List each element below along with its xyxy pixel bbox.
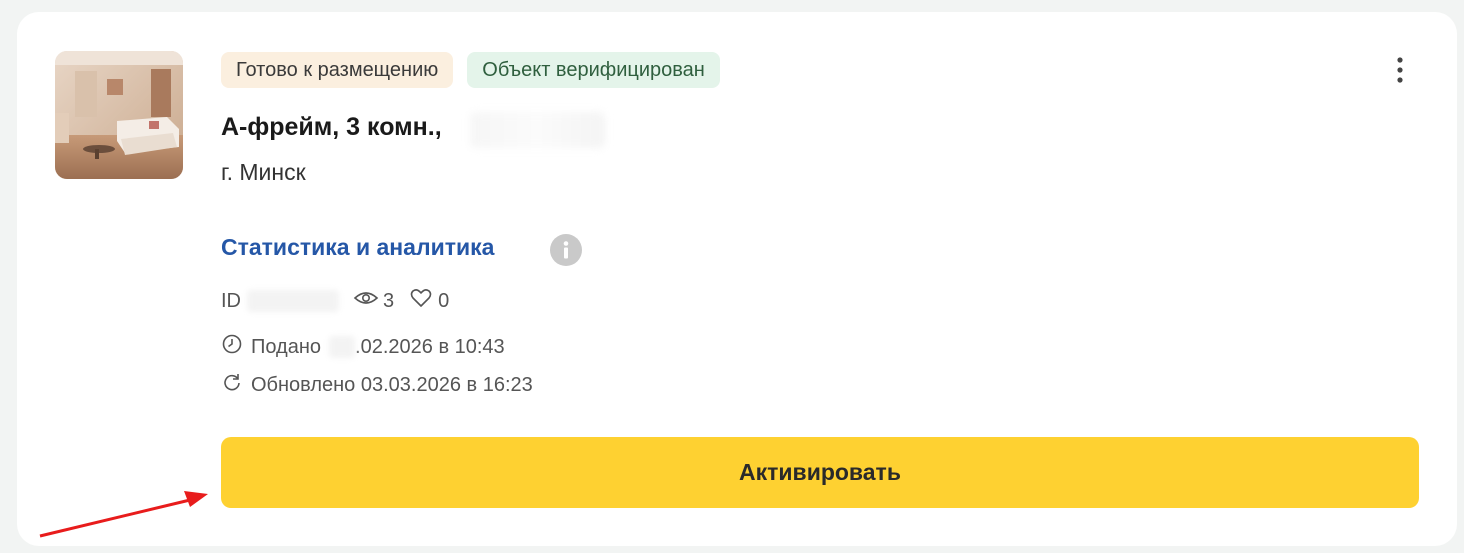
updated-date-row: Обновлено 03.03.2026 в 16:23 (221, 371, 533, 399)
redacted-title-part (470, 112, 605, 148)
info-icon[interactable] (550, 234, 582, 266)
listing-meta: ID 3 0 (221, 288, 449, 314)
updated-text: Обновлено 03.03.2026 в 16:23 (251, 373, 533, 396)
more-options-button[interactable] (1386, 54, 1414, 86)
listing-photo[interactable] (55, 51, 183, 179)
activate-button[interactable]: Активировать (221, 437, 1419, 508)
verified-status-badge: Объект верифицирован (467, 52, 720, 88)
id-label: ID (221, 289, 241, 312)
posted-label: Подано (251, 335, 322, 358)
refresh-icon (221, 371, 243, 399)
views-count: 3 (383, 289, 395, 312)
heart-icon[interactable] (410, 288, 432, 314)
statistics-link[interactable]: Статистика и аналитика (221, 234, 494, 261)
living-room-image (55, 51, 183, 179)
ready-status-badge: Готово к размещению (221, 52, 454, 88)
vertical-dots-icon (1397, 57, 1403, 83)
listing-city: г. Минск (221, 159, 306, 185)
listing-title[interactable]: А-фрейм, 3 комн., (221, 113, 442, 142)
redacted-posted-day (329, 336, 356, 358)
redacted-id (247, 290, 339, 312)
status-badges: Готово к размещению Объект верифицирован (221, 52, 720, 88)
posted-date: .02.2026 в 10:43 (355, 335, 505, 358)
info-glyph (563, 241, 569, 259)
eye-icon (353, 288, 379, 314)
clock-icon (221, 333, 243, 361)
posted-date-row: Подано .02.2026 в 10:43 (221, 333, 505, 361)
likes-count: 0 (438, 289, 450, 312)
